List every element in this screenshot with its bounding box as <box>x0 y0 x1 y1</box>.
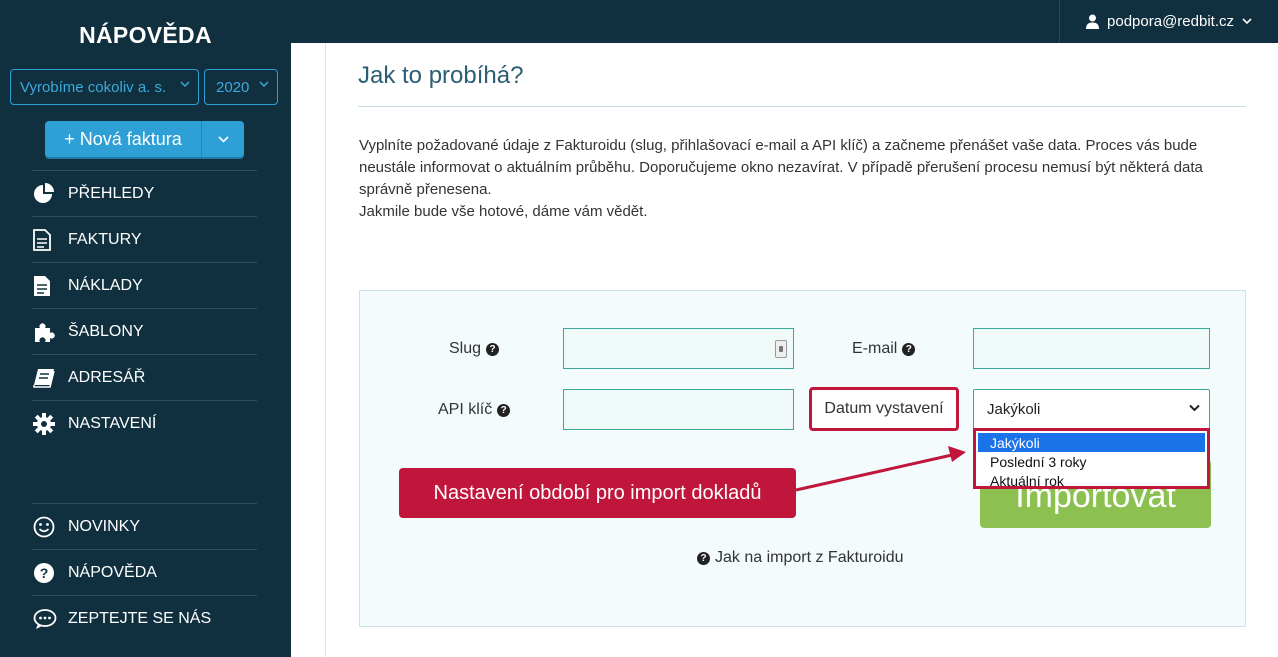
api-key-label-text: API klíč <box>438 401 493 418</box>
intro-text: Vyplníte požadované údaje z Fakturoidu (… <box>359 135 1249 223</box>
slug-label: Slug ? <box>449 340 500 358</box>
chevron-down-icon <box>180 81 190 88</box>
password-manager-icon[interactable] <box>775 340 787 358</box>
help-link-text: Jak na import z Fakturoidu <box>715 549 904 566</box>
email-label-text: E-mail <box>852 340 898 357</box>
nav-label: FAKTURY <box>68 230 142 248</box>
api-key-label: API klíč ? <box>438 401 511 419</box>
content-divider <box>325 43 326 657</box>
nav-item-nastaveni[interactable]: NASTAVENÍ <box>32 400 257 446</box>
nav-label: ADRESÁŘ <box>68 368 146 386</box>
company-select-value: Vyrobíme cokoliv a. s. <box>20 78 167 96</box>
company-select[interactable]: Vyrobíme cokoliv a. s. <box>10 69 199 105</box>
chevron-down-icon <box>1242 18 1252 25</box>
pie-chart-icon <box>32 182 68 205</box>
sidebar: NÁPOVĚDA Vyrobíme cokoliv a. s. 2020 + N… <box>0 0 291 657</box>
book-icon <box>32 368 68 388</box>
chevron-down-icon <box>1189 404 1200 412</box>
intro-paragraph-2: Jakmile bude vše hotové, dáme vám vědět. <box>359 203 648 220</box>
dropdown-option[interactable]: Jakýkoli <box>978 433 1205 452</box>
question-circle-icon[interactable]: ? <box>486 342 500 356</box>
dropdown-option[interactable]: Poslední 3 roky <box>978 452 1205 471</box>
gear-icon <box>32 412 68 435</box>
question-circle-icon: ? <box>697 551 710 565</box>
document-icon <box>32 275 68 297</box>
question-circle-icon[interactable]: ? <box>902 342 916 356</box>
api-key-input[interactable] <box>563 389 794 430</box>
annotation-callout: Nastavení období pro import dokladů <box>399 468 796 518</box>
slug-label-text: Slug <box>449 340 482 357</box>
user-menu[interactable]: podpora@redbit.cz <box>1059 0 1278 43</box>
main-nav: PŘEHLEDY FAKTURY NÁKLADY ŠABLONY ADRESÁŘ <box>32 170 257 446</box>
svg-text:?: ? <box>40 565 49 581</box>
year-select[interactable]: 2020 <box>204 69 278 105</box>
user-icon <box>1086 14 1100 29</box>
nav-item-adresar[interactable]: ADRESÁŘ <box>32 354 257 400</box>
nav-label: NÁPOVĚDA <box>68 563 157 581</box>
nav-label: ŠABLONY <box>68 322 144 340</box>
puzzle-icon <box>32 321 68 343</box>
date-issued-label-text: Datum vystavení <box>824 400 944 417</box>
new-invoice-button[interactable]: + Nová faktura <box>45 121 244 157</box>
nav-item-napoveda[interactable]: ? NÁPOVĚDA <box>32 549 257 595</box>
nav-item-faktury[interactable]: FAKTURY <box>32 216 257 262</box>
nav-item-sablony[interactable]: ŠABLONY <box>32 308 257 354</box>
annotation-text: Nastavení období pro import dokladů <box>433 481 762 504</box>
bottom-nav: NOVINKY ? NÁPOVĚDA ZEPTEJTE SE NÁS <box>32 503 257 641</box>
date-period-select[interactable]: Jakýkoli <box>973 389 1210 430</box>
new-invoice-dropdown-button[interactable] <box>202 121 244 157</box>
date-issued-label: Datum vystavení <box>809 387 959 431</box>
date-period-value: Jakýkoli <box>987 401 1041 418</box>
help-link[interactable]: ? Jak na import z Fakturoidu <box>697 549 904 567</box>
dropdown-option[interactable]: Aktuální rok <box>978 471 1205 490</box>
email-input[interactable] <box>973 328 1210 369</box>
nav-item-novinky[interactable]: NOVINKY <box>32 503 257 549</box>
page-title: Jak to probíhá? <box>358 62 524 89</box>
brand-title: NÁPOVĚDA <box>79 22 212 48</box>
nav-label: ZEPTEJTE SE NÁS <box>68 609 212 627</box>
chat-icon <box>32 608 68 630</box>
nav-label: PŘEHLEDY <box>68 184 155 202</box>
nav-label: NASTAVENÍ <box>68 414 157 432</box>
new-invoice-label[interactable]: + Nová faktura <box>45 121 202 157</box>
nav-label: NOVINKY <box>68 517 141 535</box>
email-label: E-mail ? <box>852 340 916 358</box>
user-email: podpora@redbit.cz <box>1107 13 1234 30</box>
smiley-icon <box>32 516 68 538</box>
nav-label: NÁKLADY <box>68 276 143 294</box>
date-period-dropdown: Jakýkoli Poslední 3 roky Aktuální rok <box>973 428 1210 489</box>
invoice-icon <box>32 228 68 251</box>
slug-input[interactable] <box>563 328 794 369</box>
question-circle-icon: ? <box>32 562 68 584</box>
intro-paragraph: Vyplníte požadované údaje z Fakturoidu (… <box>359 137 1203 198</box>
nav-item-prehledy[interactable]: PŘEHLEDY <box>32 170 257 216</box>
chevron-down-icon <box>217 135 229 143</box>
year-select-value: 2020 <box>216 78 250 96</box>
title-divider <box>358 106 1246 107</box>
question-circle-icon[interactable]: ? <box>497 403 511 417</box>
nav-item-naklady[interactable]: NÁKLADY <box>32 262 257 308</box>
nav-item-zeptejte[interactable]: ZEPTEJTE SE NÁS <box>32 595 257 641</box>
chevron-down-icon <box>259 81 269 88</box>
